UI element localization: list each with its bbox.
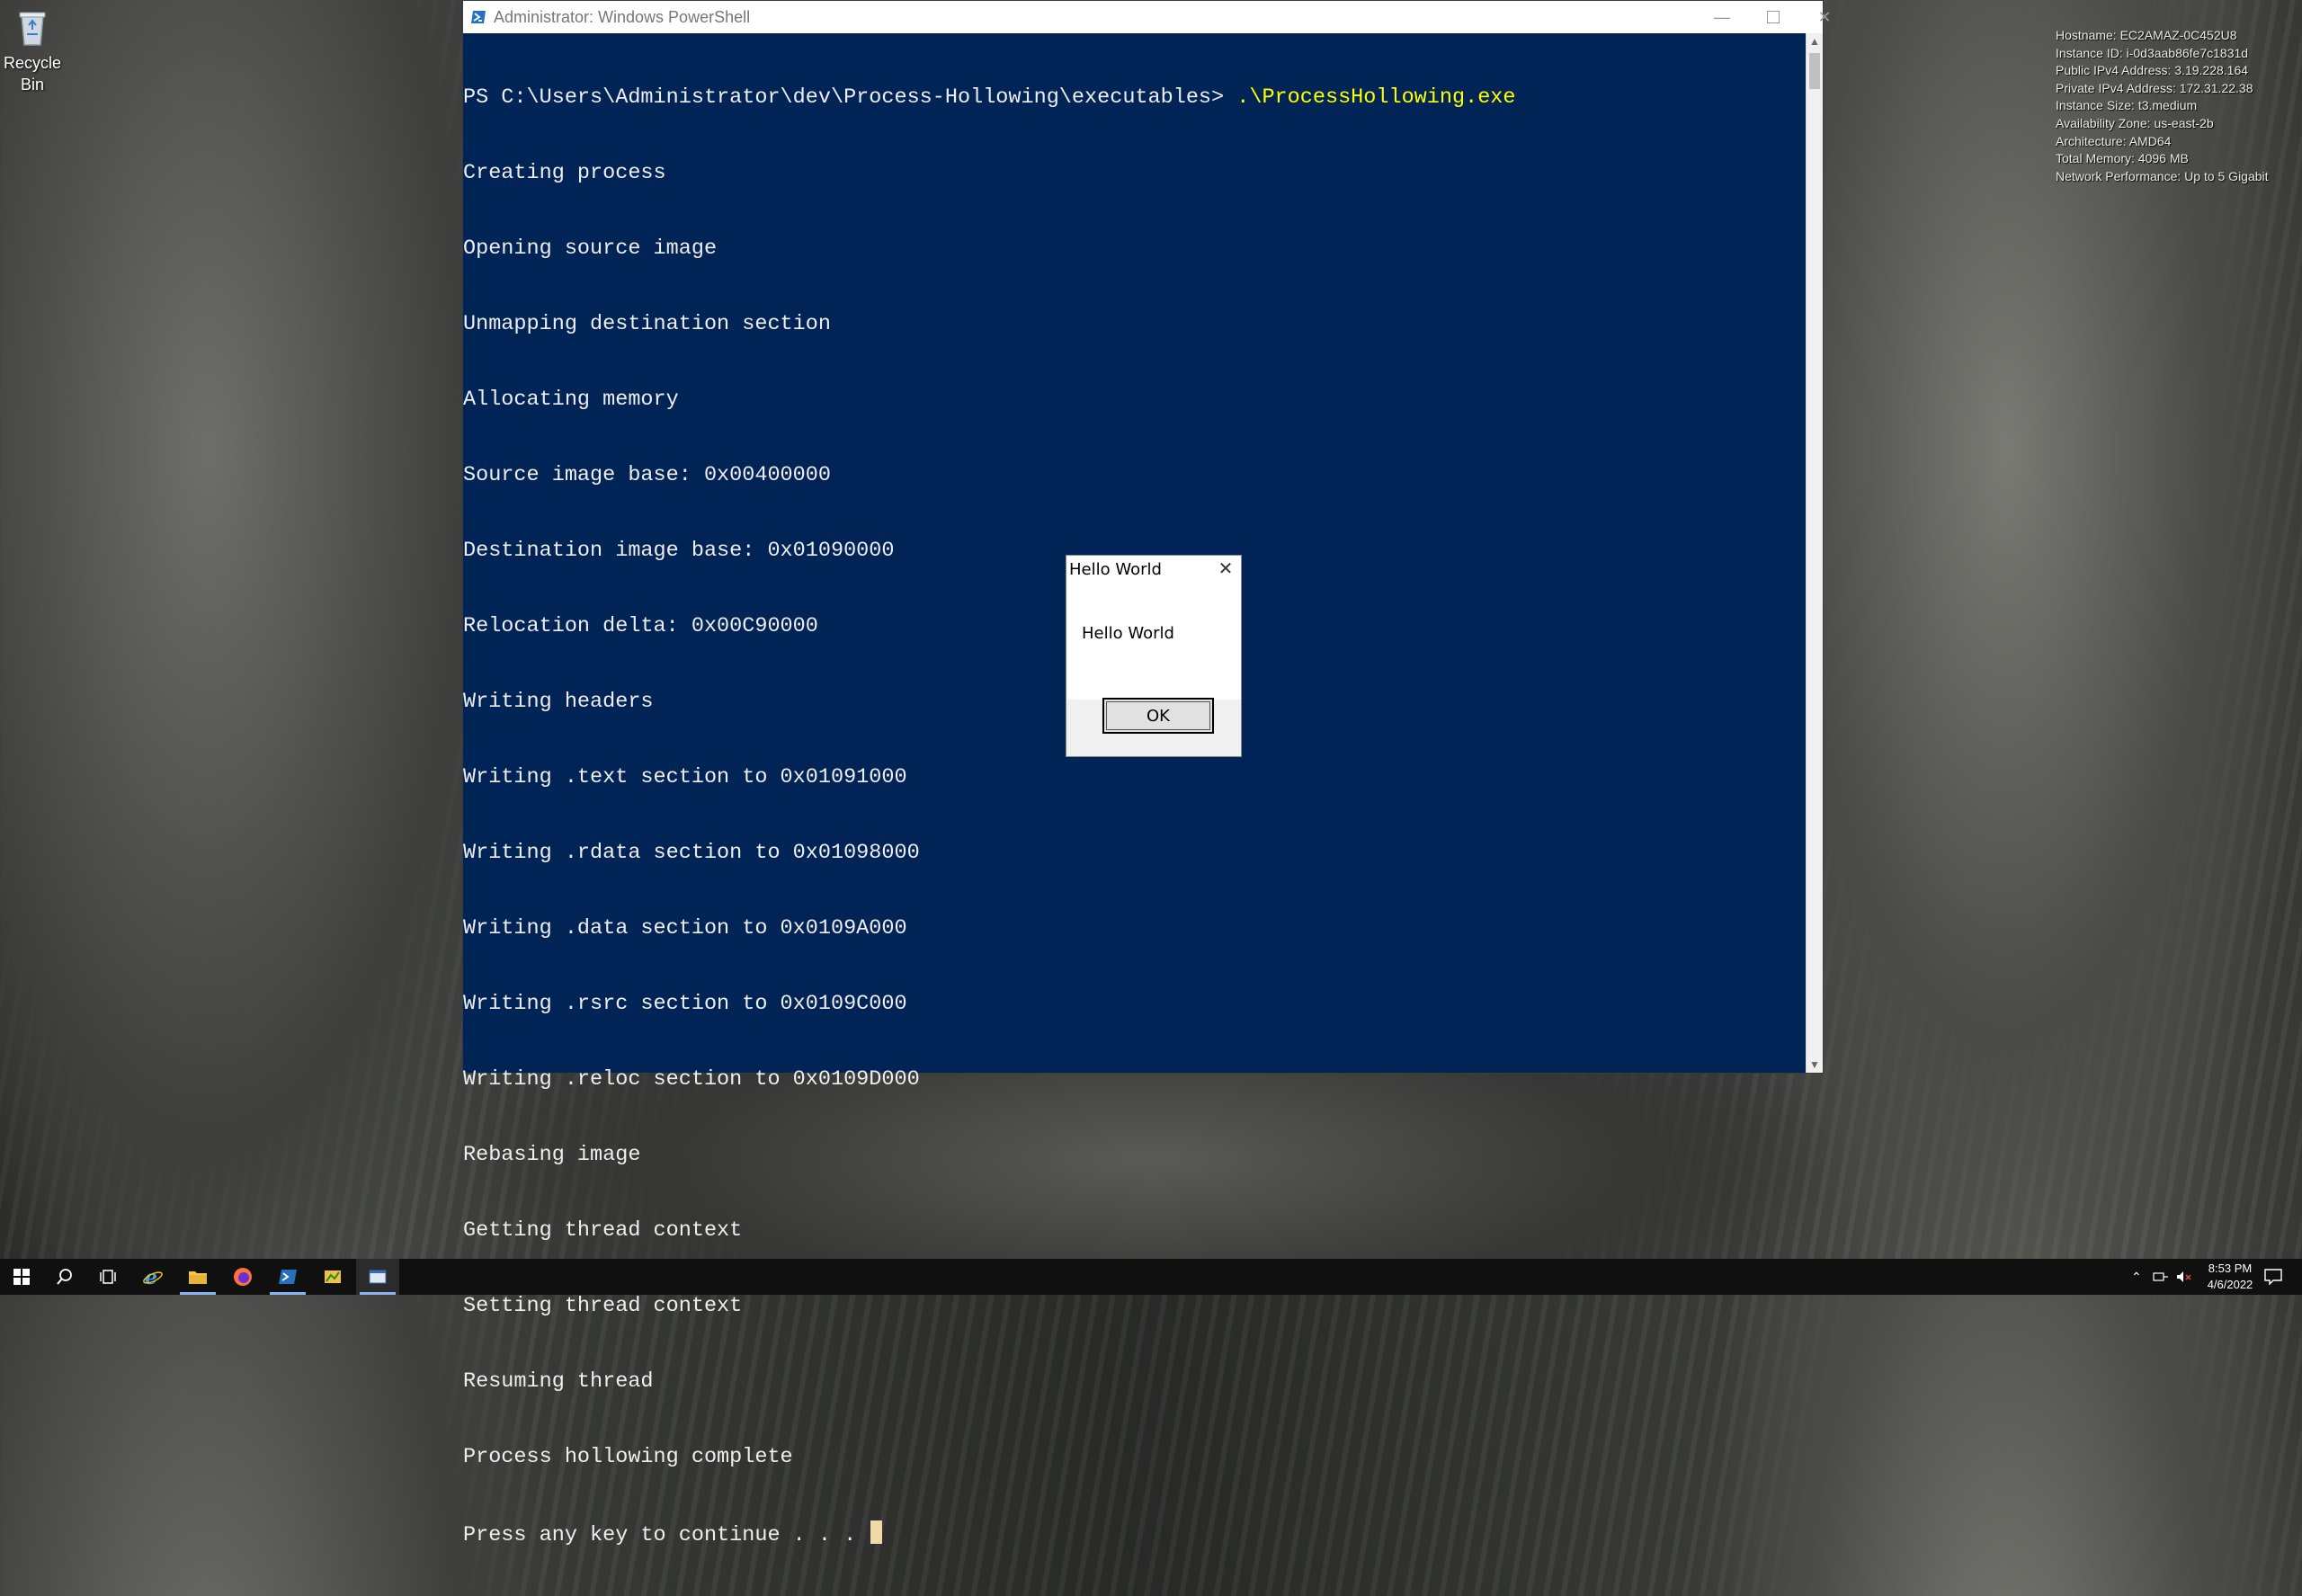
powershell-titlebar[interactable]: Administrator: Windows PowerShell — ✕ [463, 1, 1832, 33]
system-info-overlay: Hostname: EC2AMAZ-0C452U8 Instance ID: i… [2056, 27, 2269, 185]
dialog-title: Hello World [1069, 560, 1162, 579]
task-view-icon [100, 1270, 116, 1284]
notification-icon [2264, 1269, 2282, 1285]
sysinfo-instance-size: Instance Size: t3.medium [2056, 98, 2198, 113]
search-icon [57, 1269, 72, 1285]
start-button[interactable] [0, 1259, 43, 1295]
close-icon: ✕ [1817, 7, 1832, 26]
output-line: Resuming thread [463, 1369, 654, 1394]
search-button[interactable] [43, 1259, 86, 1295]
powershell-icon [471, 11, 486, 23]
taskbar-internet-explorer[interactable]: e [131, 1259, 174, 1295]
continue-prompt: Press any key to continue . . . [463, 1523, 870, 1547]
close-button[interactable]: ✕ [1799, 1, 1850, 33]
prompt-text: PS C:\Users\Administrator\dev\Process-Ho… [463, 85, 1237, 110]
console-output[interactable]: PS C:\Users\Administrator\dev\Process-Ho… [463, 33, 1807, 1547]
taskbar-app[interactable] [311, 1259, 354, 1295]
output-line: Writing .rdata section to 0x01098000 [463, 841, 920, 865]
sysinfo-private-ip: Private IPv4 Address: 172.31.22.38 [2056, 80, 2253, 95]
application-icon [325, 1271, 341, 1283]
internet-explorer-icon: e [143, 1266, 163, 1288]
minimize-button[interactable]: — [1697, 1, 1747, 33]
dialog-window-icon [369, 1270, 387, 1284]
maximize-icon [1767, 11, 1780, 23]
prompt-line: PS C:\Users\Administrator\dev\Process-Ho… [463, 85, 1807, 111]
system-tray: ⌃ [2131, 1259, 2192, 1295]
dialog-titlebar[interactable]: Hello World ✕ [1066, 556, 1241, 584]
sysinfo-total-memory: Total Memory: 4096 MB [2056, 151, 2189, 166]
recycle-bin-desktop-icon[interactable]: Recycle Bin [0, 5, 65, 95]
scroll-down-arrow-icon[interactable]: ▼ [1807, 1057, 1823, 1073]
recycle-bin-label: Recycle Bin [3, 54, 62, 94]
taskbar-hello-world-dialog[interactable] [356, 1259, 399, 1295]
scroll-up-arrow-icon[interactable]: ▲ [1807, 33, 1823, 49]
sysinfo-instance-id: Instance ID: i-0d3aab86fe7c1831d [2056, 45, 2249, 60]
windows-logo-icon [13, 1269, 30, 1285]
continue-line: Press any key to continue . . . [463, 1520, 1807, 1547]
output-line: Process hollowing complete [463, 1445, 793, 1469]
ok-button[interactable]: OK [1102, 698, 1214, 734]
output-line: Opening source image [463, 236, 718, 261]
output-line: Allocating memory [463, 388, 679, 412]
scrollbar-thumb[interactable] [1809, 53, 1820, 89]
output-line: Writing .rsrc section to 0x0109C000 [463, 992, 907, 1016]
show-hidden-icons-chevron-icon[interactable]: ⌃ [2131, 1270, 2142, 1285]
taskbar-file-explorer[interactable] [176, 1259, 219, 1295]
dialog-body: Hello World [1066, 584, 1241, 700]
recycle-bin-icon [16, 9, 49, 47]
sysinfo-public-ip: Public IPv4 Address: 3.19.228.164 [2056, 63, 2249, 78]
sysinfo-availability-zone: Availability Zone: us-east-2b [2056, 115, 2214, 130]
task-view-button[interactable] [86, 1259, 129, 1295]
sysinfo-architecture: Architecture: AMD64 [2056, 133, 2172, 148]
dialog-close-icon[interactable]: ✕ [1216, 557, 1236, 580]
network-icon[interactable] [2153, 1271, 2169, 1283]
powershell-window[interactable]: Administrator: Windows PowerShell — ✕ PS… [462, 0, 1832, 1547]
output-line: Getting thread context [463, 1218, 743, 1243]
minimize-icon: — [1714, 7, 1730, 26]
action-center-button[interactable] [2252, 1259, 2295, 1295]
taskbar: e ⌃ 8:53 PM 4/6/2022 [0, 1259, 2302, 1295]
output-line: Source image base: 0x00400000 [463, 463, 831, 487]
output-line: Creating process [463, 161, 666, 185]
output-line: Writing .data section to 0x0109A000 [463, 916, 907, 941]
maximize-button[interactable] [1748, 1, 1798, 33]
text-cursor [870, 1520, 883, 1544]
sysinfo-network-performance: Network Performance: Up to 5 Gigabit [2056, 168, 2269, 183]
output-line: Unmapping destination section [463, 312, 831, 336]
firefox-icon [234, 1268, 252, 1286]
sysinfo-hostname: Hostname: EC2AMAZ-0C452U8 [2056, 28, 2237, 42]
command-text: .\ProcessHollowing.exe [1236, 85, 1516, 110]
hello-world-dialog[interactable]: Hello World ✕ Hello World OK [1066, 555, 1242, 757]
powershell-taskbar-icon [279, 1270, 297, 1284]
taskbar-powershell[interactable] [266, 1259, 309, 1295]
output-line: Rebasing image [463, 1143, 641, 1167]
output-line: Setting thread context [463, 1294, 743, 1318]
dialog-message: Hello World [1082, 624, 1174, 643]
folder-icon [189, 1271, 207, 1284]
vertical-scrollbar[interactable]: ▲ ▼ [1806, 33, 1823, 1073]
output-line: Writing .text section to 0x01091000 [463, 765, 907, 789]
taskbar-firefox[interactable] [221, 1259, 264, 1295]
output-line: Writing .reloc section to 0x0109D000 [463, 1067, 920, 1092]
window-title: Administrator: Windows PowerShell [494, 7, 751, 26]
